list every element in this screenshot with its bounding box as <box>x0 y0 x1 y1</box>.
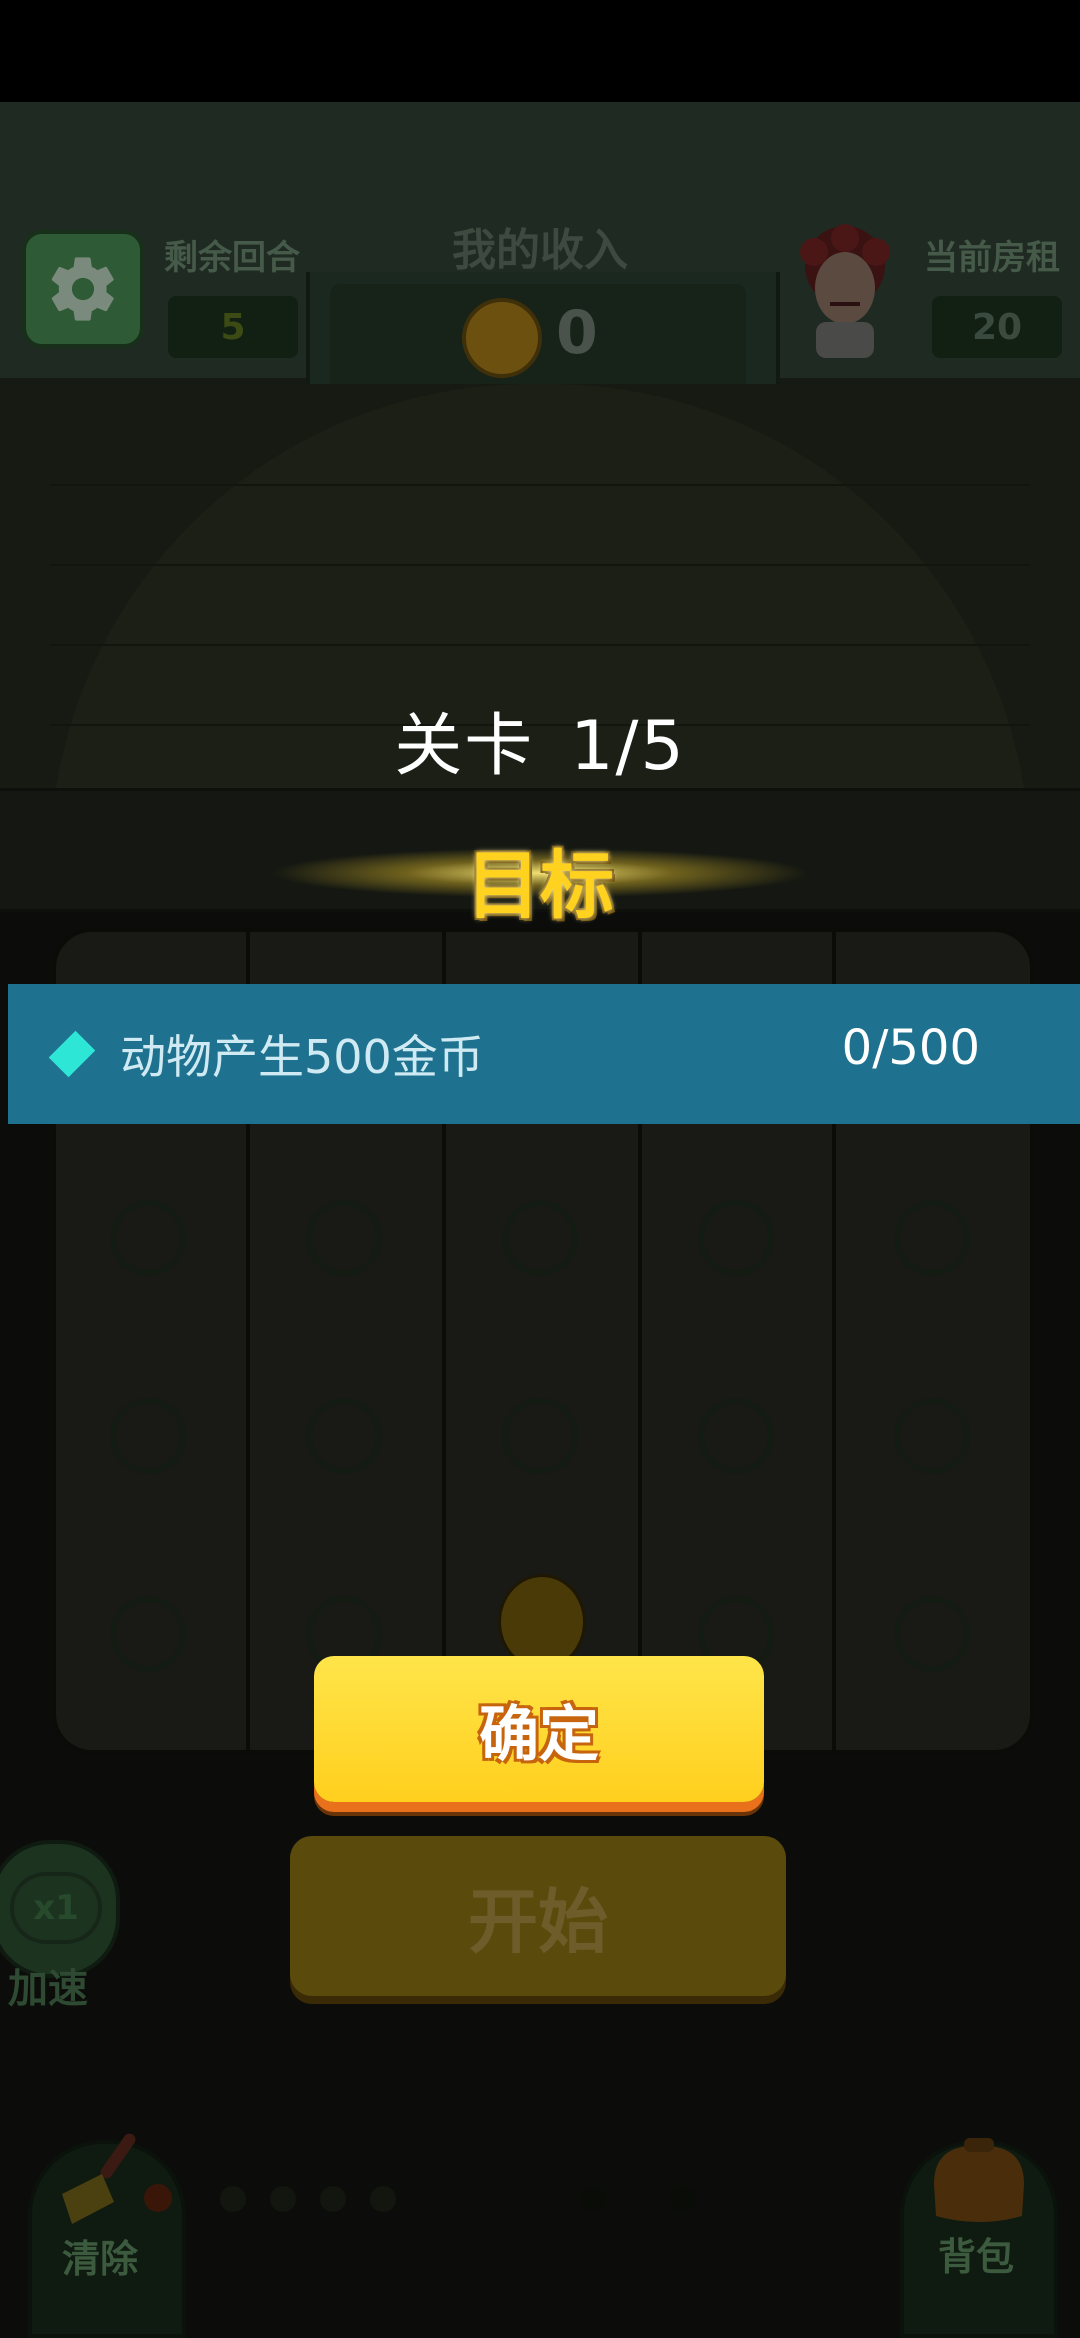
grid-slot[interactable] <box>110 1398 186 1474</box>
grid-slot[interactable] <box>894 1398 970 1474</box>
rent-label: 当前房租 <box>924 238 1060 278</box>
coin-icon <box>462 298 542 378</box>
start-button[interactable]: 开始 <box>290 1836 786 1996</box>
clear-label: 清除 <box>62 2237 139 2281</box>
brush-icon <box>62 2133 172 2224</box>
page-dot <box>270 2186 296 2212</box>
page-dot <box>370 2186 396 2212</box>
bag-label: 背包 <box>938 2235 1015 2279</box>
income-label: 我的收入 <box>452 225 628 276</box>
speed-label: 加速 <box>8 1966 88 2012</box>
grid-slot[interactable] <box>502 1200 578 1276</box>
level-label: 关卡 <box>394 707 535 786</box>
grid-slot[interactable] <box>110 1200 186 1276</box>
grid-slot[interactable] <box>306 1200 382 1276</box>
grid-slot[interactable] <box>894 1596 970 1672</box>
level-indicator: 关卡 1/5 <box>0 690 1080 789</box>
confirm-label: 确定 <box>479 1699 599 1770</box>
objective-text: 动物产生500金币 <box>120 1030 484 1084</box>
grid-slot[interactable] <box>698 1398 774 1474</box>
status-bar <box>0 0 1080 102</box>
page-dot <box>320 2186 346 2212</box>
diamond-icon <box>48 1030 96 1078</box>
objective-progress: 0/500 <box>841 1020 980 1076</box>
page-dot <box>580 2186 606 2212</box>
speed-multiplier: x1 <box>10 1872 102 1944</box>
objective-row: 动物产生500金币 0/500 <box>8 984 1080 1124</box>
rounds-value: 5 <box>168 296 298 358</box>
income-value: 0 <box>556 298 598 368</box>
grid-slot[interactable] <box>502 1398 578 1474</box>
grid-slot[interactable] <box>698 1200 774 1276</box>
page-dot <box>220 2186 246 2212</box>
grid-slot[interactable] <box>110 1596 186 1672</box>
page-dot <box>670 2186 696 2212</box>
target-title: 目标 <box>466 843 614 929</box>
grid-slot[interactable] <box>306 1398 382 1474</box>
start-label: 开始 <box>468 1880 608 1963</box>
level-value: 1/5 <box>570 707 686 786</box>
rent-value: 20 <box>932 296 1062 358</box>
landlady-avatar <box>786 222 904 358</box>
grid-slot[interactable] <box>894 1200 970 1276</box>
confirm-button[interactable]: 确定 <box>314 1656 764 1802</box>
